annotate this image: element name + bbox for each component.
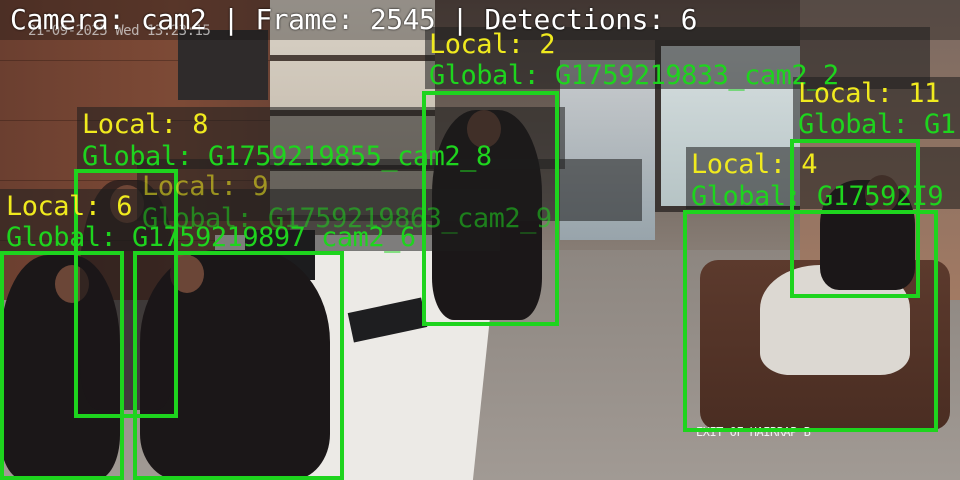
photo-board [178, 30, 268, 100]
local-id-label: Local: 9 [142, 171, 269, 202]
local-id-label: Local: 11 [798, 78, 940, 109]
cctv-frame: 21-09-2025 Wed 13:23:15 EXIT OF HAIRRAP … [0, 0, 960, 480]
global-id-label: Global: G17592I9 [691, 181, 944, 212]
detection-box-local-9 [133, 251, 344, 480]
local-id-label: Local: 8 [82, 109, 209, 140]
global-id-label: Global: G1 [798, 109, 956, 140]
local-id-label: Local: 4 [691, 149, 818, 180]
detection-box-local-4 [683, 210, 938, 432]
frame-info-header: Camera: cam2 | Frame: 2545 | Detections:… [10, 3, 698, 36]
global-id-label: Global: G1759219897_cam2_6 [6, 222, 416, 253]
global-id-label: Global: G1759219833_cam2_2 [429, 60, 839, 91]
local-id-label: Local: 6 [6, 191, 133, 222]
detection-box-local-6 [0, 251, 124, 480]
global-id-label: Global: G1759219855_cam2_8 [82, 141, 492, 172]
